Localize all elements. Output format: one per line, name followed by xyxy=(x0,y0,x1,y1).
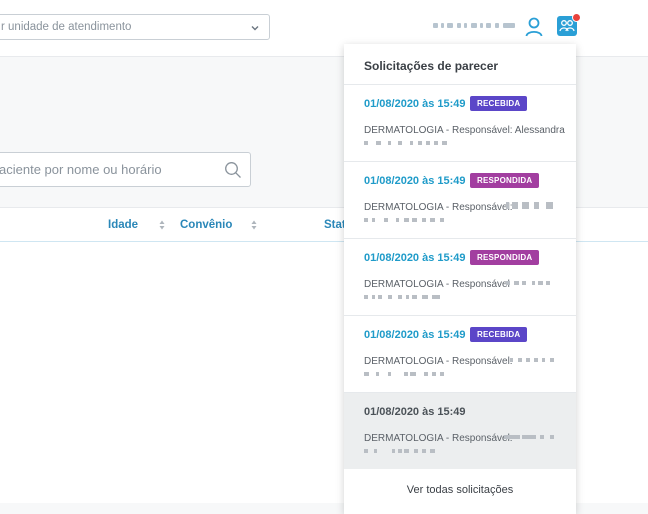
item-date: 01/08/2020 às 15:49 xyxy=(364,252,466,264)
solicitacao-item[interactable]: 01/08/2020 às 15:49 RECEBIDA DERMATOLOGI… xyxy=(344,85,576,161)
redacted-text xyxy=(364,372,454,377)
item-description: DERMATOLOGIA - Responsável xyxy=(364,279,510,290)
user-icon[interactable] xyxy=(524,16,544,38)
status-badge: RESPONDIDA xyxy=(470,173,540,188)
solicitacao-item[interactable]: 01/08/2020 às 15:49 RECEBIDA DERMATOLOGI… xyxy=(344,316,576,392)
column-header-status[interactable]: Stat xyxy=(324,219,346,231)
item-description: DERMATOLOGIA - Responsável: Alessandra xyxy=(364,125,565,136)
column-header-convenio[interactable]: Convênio xyxy=(180,219,232,231)
unit-select-placeholder: r unidade de atendimento xyxy=(1,21,132,33)
solicitacao-item[interactable]: 01/08/2020 às 15:49 DERMATOLOGIA - Respo… xyxy=(344,393,576,469)
user-name-redacted xyxy=(433,23,515,29)
item-date: 01/08/2020 às 15:49 xyxy=(364,329,466,341)
item-date: 01/08/2020 às 15:49 xyxy=(364,406,466,418)
redacted-text xyxy=(504,435,556,440)
redacted-text xyxy=(364,141,454,146)
sort-icon[interactable] xyxy=(251,220,257,230)
status-badge: RESPONDIDA xyxy=(470,250,540,265)
unit-select[interactable]: r unidade de atendimento xyxy=(0,14,270,40)
team-icon xyxy=(559,20,575,32)
sort-icon[interactable] xyxy=(159,220,165,230)
panel-title: Solicitações de parecer xyxy=(364,59,499,73)
redacted-text xyxy=(364,295,454,300)
redacted-text xyxy=(364,218,454,223)
item-description: DERMATOLOGIA - Responsável: xyxy=(364,202,513,213)
item-description: DERMATOLOGIA - Responsável: xyxy=(364,433,513,444)
notification-dot xyxy=(572,13,581,22)
redacted-text xyxy=(364,449,454,454)
status-badge: RECEBIDA xyxy=(470,96,528,111)
search-icon[interactable] xyxy=(224,161,242,179)
view-all-link[interactable]: Ver todas solicitações xyxy=(344,484,576,496)
status-badge: RECEBIDA xyxy=(470,327,528,342)
search-input[interactable] xyxy=(0,153,209,186)
solicitacao-item[interactable]: 01/08/2020 às 15:49 RESPONDIDA DERMATOLO… xyxy=(344,239,576,315)
chevron-down-icon xyxy=(251,26,259,31)
redacted-text xyxy=(506,281,554,286)
solicitacao-item[interactable]: 01/08/2020 às 15:49 RESPONDIDA DERMATOLO… xyxy=(344,162,576,238)
item-date: 01/08/2020 às 15:49 xyxy=(364,175,466,187)
item-date: 01/08/2020 às 15:49 xyxy=(364,98,466,110)
solicitacoes-panel: Solicitações de parecer 01/08/2020 às 15… xyxy=(344,44,576,514)
redacted-text xyxy=(510,358,556,363)
patient-search xyxy=(0,152,251,187)
redacted-text xyxy=(506,202,556,209)
column-header-idade[interactable]: Idade xyxy=(108,219,138,231)
item-description: DERMATOLOGIA - Responsável: xyxy=(364,356,513,367)
